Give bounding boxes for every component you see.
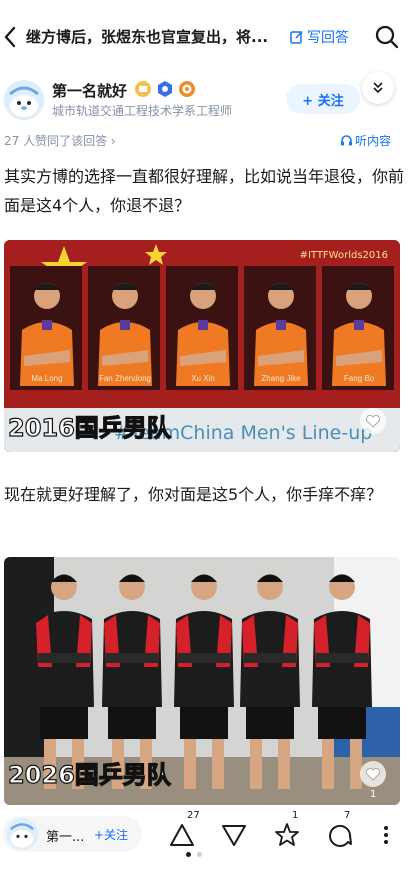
bottom-action-bar: 第一... +关注 27 1 7	[0, 808, 416, 871]
player-figure	[20, 283, 74, 386]
creator-badge-icon	[135, 81, 151, 97]
player-figure	[98, 283, 152, 386]
upvote-icon[interactable]	[168, 822, 196, 848]
listen-label: 听内容	[355, 134, 392, 148]
player-name-label: Zhang Jike	[261, 374, 301, 383]
avatar-image	[6, 818, 38, 850]
image-caption: 2016国乒男队	[7, 413, 171, 442]
page-indicator	[186, 852, 202, 857]
answer-paragraph: 其实方博的选择一直都很好理解，比如说当年退役，你前面是这4个人，你退不退？	[4, 167, 405, 215]
image-caption: 2026国乒男队	[7, 760, 171, 789]
comment-icon[interactable]	[326, 822, 354, 848]
player-name-label: Ma Long	[31, 374, 63, 383]
listen-button[interactable]: 听内容	[340, 132, 391, 149]
heart-icon	[366, 768, 380, 781]
image-like-button[interactable]	[360, 761, 386, 787]
collapse-button[interactable]	[362, 72, 394, 104]
author-name[interactable]: 第一名就好	[52, 80, 127, 101]
avatar-image	[4, 80, 44, 120]
page-dot-active	[186, 852, 191, 857]
author-row: 第一名就好 城市轨道交通工程技术学系工程师 + 关注	[0, 72, 416, 132]
avatar[interactable]	[6, 818, 38, 850]
more-options-icon[interactable]	[372, 822, 400, 848]
player-name-label: Fan Zhendong	[98, 374, 152, 383]
answer-paragraph: 现在就更好理解了，你对面是这5个人，你手痒不痒？	[4, 485, 383, 504]
question-title[interactable]: 继方博后，张煜东也官宣复出，将...	[26, 26, 286, 47]
like-star-icon[interactable]	[273, 822, 301, 848]
event-hashtag: #ITTFWorlds2016	[299, 250, 388, 261]
level-badge-icon	[179, 81, 195, 97]
top-bar: 继方博后，张煜东也官宣复出，将... 写回答	[0, 0, 416, 72]
double-chevron-down-icon	[373, 82, 383, 94]
player-name-label: Xu Xin	[191, 374, 215, 383]
write-answer-label: 写回答	[307, 30, 349, 46]
team-photo-2016[interactable]: Ma Long Fan Zhendong Xu Xin Zhang Jike Fang …	[4, 240, 400, 452]
author-bio: 城市轨道交通工程技术学系工程师	[52, 104, 233, 118]
search-icon[interactable]	[374, 24, 400, 50]
player-figure	[176, 283, 230, 386]
follow-button[interactable]: +关注	[94, 826, 128, 843]
back-arrow-icon[interactable]	[2, 24, 18, 50]
player-figure	[332, 283, 386, 386]
comment-count: 7	[344, 810, 351, 821]
write-answer-button[interactable]: 写回答	[290, 27, 349, 47]
upvote-count: 27	[187, 810, 200, 821]
player-figure	[254, 283, 308, 386]
edit-icon	[290, 30, 303, 44]
author-name-short[interactable]: 第一...	[46, 826, 84, 845]
agree-count[interactable]: 27 人赞同了该回答 ›	[4, 132, 116, 149]
image-like-count: 1	[370, 789, 377, 800]
player-name-label: Fang Bo	[343, 374, 375, 383]
avatar[interactable]	[4, 80, 44, 120]
verified-badge-icon	[158, 81, 172, 97]
team-photo-2026[interactable]: 2026国乒男队 1	[4, 557, 400, 805]
follow-button[interactable]: + 关注	[286, 84, 360, 114]
like-count: 1	[292, 810, 299, 821]
answer-meta: 27 人赞同了该回答 › 听内容	[0, 132, 416, 152]
heart-icon	[366, 415, 380, 428]
author-badges	[134, 80, 196, 98]
headphones-icon	[341, 135, 352, 146]
image-like-button[interactable]	[360, 408, 386, 434]
page-dot	[197, 852, 202, 857]
downvote-icon[interactable]	[220, 822, 248, 848]
